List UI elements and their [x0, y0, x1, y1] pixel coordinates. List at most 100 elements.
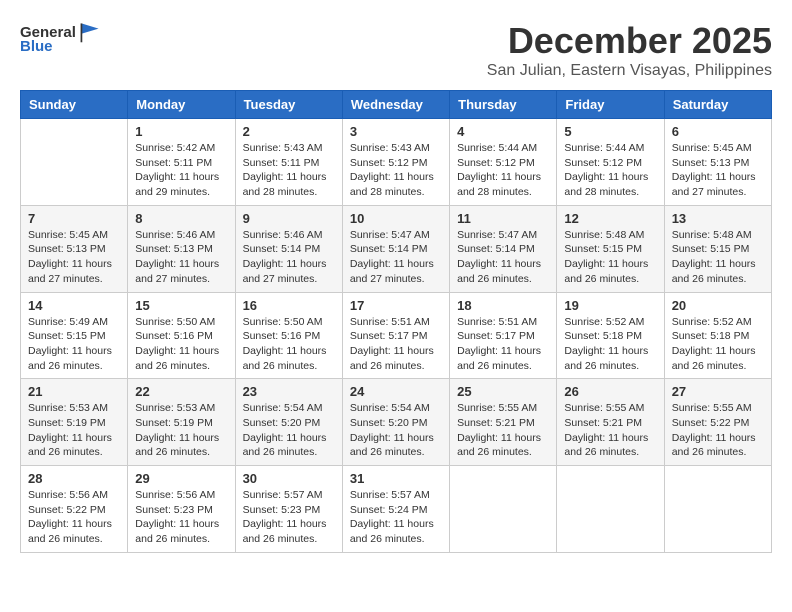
- day-number: 22: [135, 384, 227, 399]
- day-info: Sunrise: 5:53 AM Sunset: 5:19 PM Dayligh…: [135, 401, 227, 460]
- weekday-header-monday: Monday: [128, 91, 235, 119]
- day-number: 30: [243, 471, 335, 486]
- calendar-cell: 17 Sunrise: 5:51 AM Sunset: 5:17 PM Dayli…: [342, 292, 449, 379]
- day-info: Sunrise: 5:46 AM Sunset: 5:14 PM Dayligh…: [243, 228, 335, 287]
- calendar-cell: 30 Sunrise: 5:57 AM Sunset: 5:23 PM Dayli…: [235, 466, 342, 553]
- day-number: 29: [135, 471, 227, 486]
- calendar-cell: 24 Sunrise: 5:54 AM Sunset: 5:20 PM Dayli…: [342, 379, 449, 466]
- day-info: Sunrise: 5:54 AM Sunset: 5:20 PM Dayligh…: [350, 401, 442, 460]
- day-number: 25: [457, 384, 549, 399]
- calendar-cell: 15 Sunrise: 5:50 AM Sunset: 5:16 PM Dayli…: [128, 292, 235, 379]
- calendar-cell: 9 Sunrise: 5:46 AM Sunset: 5:14 PM Daylig…: [235, 205, 342, 292]
- day-number: 27: [672, 384, 764, 399]
- day-info: Sunrise: 5:43 AM Sunset: 5:12 PM Dayligh…: [350, 141, 442, 200]
- calendar-cell: 5 Sunrise: 5:44 AM Sunset: 5:12 PM Daylig…: [557, 119, 664, 206]
- day-info: Sunrise: 5:55 AM Sunset: 5:21 PM Dayligh…: [564, 401, 656, 460]
- day-number: 2: [243, 124, 335, 139]
- page-header: General Blue December 2025 San Julian, E…: [20, 20, 772, 80]
- day-info: Sunrise: 5:45 AM Sunset: 5:13 PM Dayligh…: [672, 141, 764, 200]
- logo: General Blue: [20, 20, 102, 55]
- day-info: Sunrise: 5:48 AM Sunset: 5:15 PM Dayligh…: [564, 228, 656, 287]
- calendar-cell: 23 Sunrise: 5:54 AM Sunset: 5:20 PM Dayli…: [235, 379, 342, 466]
- calendar-cell: [450, 466, 557, 553]
- calendar-cell: 7Sunrise: 5:45 AM Sunset: 5:13 PM Daylig…: [21, 205, 128, 292]
- day-info: Sunrise: 5:49 AM Sunset: 5:15 PM Dayligh…: [28, 315, 120, 374]
- calendar-week-row: 21 Sunrise: 5:53 AM Sunset: 5:19 PM Dayli…: [21, 379, 772, 466]
- day-info: Sunrise: 5:56 AM Sunset: 5:22 PM Dayligh…: [28, 488, 120, 547]
- calendar-cell: 28 Sunrise: 5:56 AM Sunset: 5:22 PM Dayli…: [21, 466, 128, 553]
- day-info: Sunrise: 5:46 AM Sunset: 5:13 PM Dayligh…: [135, 228, 227, 287]
- logo-text-blue: Blue: [20, 38, 53, 55]
- calendar-cell: 14 Sunrise: 5:49 AM Sunset: 5:15 PM Dayli…: [21, 292, 128, 379]
- subtitle: San Julian, Eastern Visayas, Philippines: [487, 62, 772, 80]
- calendar-cell: 8 Sunrise: 5:46 AM Sunset: 5:13 PM Daylig…: [128, 205, 235, 292]
- day-number: 26: [564, 384, 656, 399]
- day-number: 17: [350, 298, 442, 313]
- day-info: Sunrise: 5:56 AM Sunset: 5:23 PM Dayligh…: [135, 488, 227, 547]
- day-info: Sunrise: 5:54 AM Sunset: 5:20 PM Dayligh…: [243, 401, 335, 460]
- calendar-cell: 29 Sunrise: 5:56 AM Sunset: 5:23 PM Dayli…: [128, 466, 235, 553]
- day-info: Sunrise: 5:50 AM Sunset: 5:16 PM Dayligh…: [135, 315, 227, 374]
- day-number: 16: [243, 298, 335, 313]
- day-info: Sunrise: 5:51 AM Sunset: 5:17 PM Dayligh…: [350, 315, 442, 374]
- day-number: 12: [564, 211, 656, 226]
- day-number: 9: [243, 211, 335, 226]
- calendar-header-row: SundayMondayTuesdayWednesdayThursdayFrid…: [21, 91, 772, 119]
- weekday-header-saturday: Saturday: [664, 91, 771, 119]
- calendar-cell: [664, 466, 771, 553]
- day-number: 11: [457, 211, 549, 226]
- calendar-cell: 6 Sunrise: 5:45 AM Sunset: 5:13 PM Daylig…: [664, 119, 771, 206]
- calendar-week-row: 1Sunrise: 5:42 AM Sunset: 5:11 PM Daylig…: [21, 119, 772, 206]
- day-info: Sunrise: 5:50 AM Sunset: 5:16 PM Dayligh…: [243, 315, 335, 374]
- calendar-cell: 13 Sunrise: 5:48 AM Sunset: 5:15 PM Dayli…: [664, 205, 771, 292]
- day-number: 14: [28, 298, 120, 313]
- day-number: 8: [135, 211, 227, 226]
- day-info: Sunrise: 5:55 AM Sunset: 5:21 PM Dayligh…: [457, 401, 549, 460]
- day-number: 20: [672, 298, 764, 313]
- weekday-header-wednesday: Wednesday: [342, 91, 449, 119]
- calendar-cell: 10Sunrise: 5:47 AM Sunset: 5:14 PM Dayli…: [342, 205, 449, 292]
- day-info: Sunrise: 5:42 AM Sunset: 5:11 PM Dayligh…: [135, 141, 227, 200]
- day-info: Sunrise: 5:48 AM Sunset: 5:15 PM Dayligh…: [672, 228, 764, 287]
- calendar-cell: 1Sunrise: 5:42 AM Sunset: 5:11 PM Daylig…: [128, 119, 235, 206]
- day-number: 5: [564, 124, 656, 139]
- calendar-cell: 31Sunrise: 5:57 AM Sunset: 5:24 PM Dayli…: [342, 466, 449, 553]
- day-number: 23: [243, 384, 335, 399]
- day-number: 13: [672, 211, 764, 226]
- day-number: 6: [672, 124, 764, 139]
- calendar-cell: 26 Sunrise: 5:55 AM Sunset: 5:21 PM Dayli…: [557, 379, 664, 466]
- calendar-cell: [557, 466, 664, 553]
- weekday-header-thursday: Thursday: [450, 91, 557, 119]
- day-info: Sunrise: 5:44 AM Sunset: 5:12 PM Dayligh…: [564, 141, 656, 200]
- calendar-cell: 4Sunrise: 5:44 AM Sunset: 5:12 PM Daylig…: [450, 119, 557, 206]
- day-info: Sunrise: 5:52 AM Sunset: 5:18 PM Dayligh…: [564, 315, 656, 374]
- calendar-week-row: 14 Sunrise: 5:49 AM Sunset: 5:15 PM Dayli…: [21, 292, 772, 379]
- day-info: Sunrise: 5:44 AM Sunset: 5:12 PM Dayligh…: [457, 141, 549, 200]
- calendar-week-row: 7Sunrise: 5:45 AM Sunset: 5:13 PM Daylig…: [21, 205, 772, 292]
- day-info: Sunrise: 5:47 AM Sunset: 5:14 PM Dayligh…: [457, 228, 549, 287]
- day-info: Sunrise: 5:57 AM Sunset: 5:24 PM Dayligh…: [350, 488, 442, 547]
- calendar-table: SundayMondayTuesdayWednesdayThursdayFrid…: [20, 90, 772, 553]
- day-number: 24: [350, 384, 442, 399]
- day-info: Sunrise: 5:52 AM Sunset: 5:18 PM Dayligh…: [672, 315, 764, 374]
- main-title: December 2025: [487, 20, 772, 62]
- calendar-cell: 19 Sunrise: 5:52 AM Sunset: 5:18 PM Dayli…: [557, 292, 664, 379]
- calendar-cell: 22 Sunrise: 5:53 AM Sunset: 5:19 PM Dayli…: [128, 379, 235, 466]
- day-info: Sunrise: 5:47 AM Sunset: 5:14 PM Dayligh…: [350, 228, 442, 287]
- calendar-cell: 16 Sunrise: 5:50 AM Sunset: 5:16 PM Dayli…: [235, 292, 342, 379]
- calendar-week-row: 28 Sunrise: 5:56 AM Sunset: 5:22 PM Dayli…: [21, 466, 772, 553]
- weekday-header-sunday: Sunday: [21, 91, 128, 119]
- calendar-cell: 27Sunrise: 5:55 AM Sunset: 5:22 PM Dayli…: [664, 379, 771, 466]
- day-number: 15: [135, 298, 227, 313]
- day-number: 19: [564, 298, 656, 313]
- day-info: Sunrise: 5:45 AM Sunset: 5:13 PM Dayligh…: [28, 228, 120, 287]
- weekday-header-tuesday: Tuesday: [235, 91, 342, 119]
- calendar-cell: 25 Sunrise: 5:55 AM Sunset: 5:21 PM Dayli…: [450, 379, 557, 466]
- day-number: 28: [28, 471, 120, 486]
- calendar-cell: 21 Sunrise: 5:53 AM Sunset: 5:19 PM Dayli…: [21, 379, 128, 466]
- day-info: Sunrise: 5:57 AM Sunset: 5:23 PM Dayligh…: [243, 488, 335, 547]
- day-info: Sunrise: 5:53 AM Sunset: 5:19 PM Dayligh…: [28, 401, 120, 460]
- day-number: 21: [28, 384, 120, 399]
- calendar-cell: 12 Sunrise: 5:48 AM Sunset: 5:15 PM Dayli…: [557, 205, 664, 292]
- calendar-cell: 3Sunrise: 5:43 AM Sunset: 5:12 PM Daylig…: [342, 119, 449, 206]
